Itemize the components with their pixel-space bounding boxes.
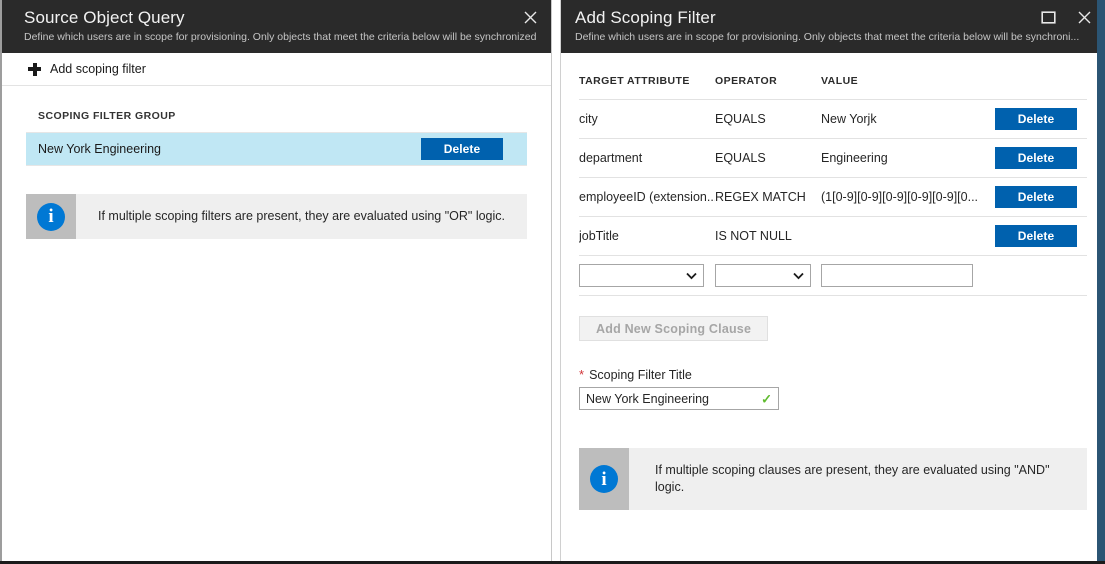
delete-clause-button[interactable]: Delete <box>995 186 1077 208</box>
info-icon: i <box>579 448 629 510</box>
value-input[interactable] <box>821 264 973 287</box>
scoping-filter-title-input-wrap: ✓ <box>579 387 779 410</box>
table-row: city EQUALS New Yorjk Delete <box>579 100 1087 139</box>
close-icon[interactable] <box>519 6 541 28</box>
scoping-filter-name: New York Engineering <box>38 142 161 156</box>
scoping-filter-group-label: SCOPING FILTER GROUP <box>26 86 527 132</box>
table-row: employeeID (extension... REGEX MATCH (1[… <box>579 178 1087 217</box>
right-blade-header-buttons <box>1037 6 1095 28</box>
clause-attribute: employeeID (extension... <box>579 178 715 217</box>
clause-attribute: department <box>579 139 715 178</box>
left-info-text: If multiple scoping filters are present,… <box>76 194 521 239</box>
delete-scoping-filter-button[interactable]: Delete <box>421 138 503 160</box>
table-row: jobTitle IS NOT NULL Delete <box>579 217 1087 256</box>
attribute-select[interactable] <box>579 264 704 287</box>
add-new-scoping-clause-button[interactable]: Add New Scoping Clause <box>579 316 768 341</box>
table-header-row: TARGET ATTRIBUTE OPERATOR VALUE <box>579 67 1087 100</box>
left-command-bar: Add scoping filter <box>2 53 551 86</box>
left-blade-header: Source Object Query Define which users a… <box>2 0 551 53</box>
left-blade-header-buttons <box>519 6 541 28</box>
new-clause-attribute-cell <box>579 256 715 296</box>
info-icon: i <box>26 194 76 239</box>
new-clause-row <box>579 256 1087 296</box>
clause-operator: REGEX MATCH <box>715 178 821 217</box>
clause-value: New Yorjk <box>821 100 995 139</box>
right-blade-title: Add Scoping Filter <box>575 7 1091 28</box>
clause-value: (1[0-9][0-9][0-9][0-9][0-9][0... <box>821 178 995 217</box>
close-icon[interactable] <box>1073 6 1095 28</box>
clause-actions: Delete <box>995 139 1087 178</box>
add-scoping-filter-button[interactable]: Add scoping filter <box>28 61 146 77</box>
delete-clause-button[interactable]: Delete <box>995 147 1077 169</box>
clause-operator: IS NOT NULL <box>715 217 821 256</box>
delete-clause-button[interactable]: Delete <box>995 108 1077 130</box>
info-icon-glyph: i <box>37 203 65 231</box>
operator-select[interactable] <box>715 264 811 287</box>
required-marker: * <box>579 368 584 381</box>
scoping-filter-title-field: * Scoping Filter Title ✓ <box>579 368 1087 410</box>
clause-operator: EQUALS <box>715 139 821 178</box>
maximize-icon[interactable] <box>1037 6 1059 28</box>
new-clause-operator-wrap <box>715 264 811 287</box>
scoping-filter-title-label-wrap: * Scoping Filter Title <box>579 368 1087 382</box>
column-header-actions <box>995 67 1087 100</box>
right-blade-header: Add Scoping Filter Define which users ar… <box>561 0 1105 53</box>
add-scoping-filter-blade: Add Scoping Filter Define which users ar… <box>560 0 1105 564</box>
azure-portal-blades: Source Object Query Define which users a… <box>0 0 1105 564</box>
clause-value <box>821 217 995 256</box>
left-content: SCOPING FILTER GROUP New York Engineerin… <box>2 86 551 239</box>
scoping-filter-title-label: Scoping Filter Title <box>589 368 692 382</box>
add-scoping-filter-label: Add scoping filter <box>50 61 146 77</box>
delete-clause-button[interactable]: Delete <box>995 225 1077 247</box>
plus-icon <box>28 63 41 76</box>
scoping-filter-list-item[interactable]: New York Engineering Delete <box>26 132 527 166</box>
left-info-banner: i If multiple scoping filters are presen… <box>26 194 527 239</box>
new-clause-value-cell <box>821 256 1087 296</box>
blade-edge-strip <box>1097 0 1105 564</box>
right-info-text: If multiple scoping clauses are present,… <box>629 448 1087 510</box>
info-icon-glyph: i <box>590 465 618 493</box>
scoping-clauses-body: city EQUALS New Yorjk Delete department … <box>579 100 1087 296</box>
column-header-target-attribute: TARGET ATTRIBUTE <box>579 67 715 100</box>
clause-attribute: jobTitle <box>579 217 715 256</box>
left-blade-subtitle: Define which users are in scope for prov… <box>24 30 537 44</box>
new-clause-attribute-wrap <box>579 264 704 287</box>
table-row: department EQUALS Engineering Delete <box>579 139 1087 178</box>
clause-attribute: city <box>579 100 715 139</box>
scoping-clauses-table: TARGET ATTRIBUTE OPERATOR VALUE city EQU… <box>579 67 1087 296</box>
column-header-value: VALUE <box>821 67 995 100</box>
right-blade-subtitle: Define which users are in scope for prov… <box>575 30 1091 44</box>
clause-actions: Delete <box>995 217 1087 256</box>
left-blade-title: Source Object Query <box>24 7 537 28</box>
source-object-query-blade: Source Object Query Define which users a… <box>0 0 552 564</box>
left-blade-body: Add scoping filter SCOPING FILTER GROUP … <box>2 53 551 564</box>
column-header-operator: OPERATOR <box>715 67 821 100</box>
scoping-filter-title-input[interactable] <box>579 387 779 410</box>
right-blade-body: TARGET ATTRIBUTE OPERATOR VALUE city EQU… <box>561 53 1105 564</box>
clause-actions: Delete <box>995 178 1087 217</box>
clause-actions: Delete <box>995 100 1087 139</box>
clause-value: Engineering <box>821 139 995 178</box>
clause-operator: EQUALS <box>715 100 821 139</box>
right-info-banner: i If multiple scoping clauses are presen… <box>579 448 1087 510</box>
new-clause-operator-cell <box>715 256 821 296</box>
